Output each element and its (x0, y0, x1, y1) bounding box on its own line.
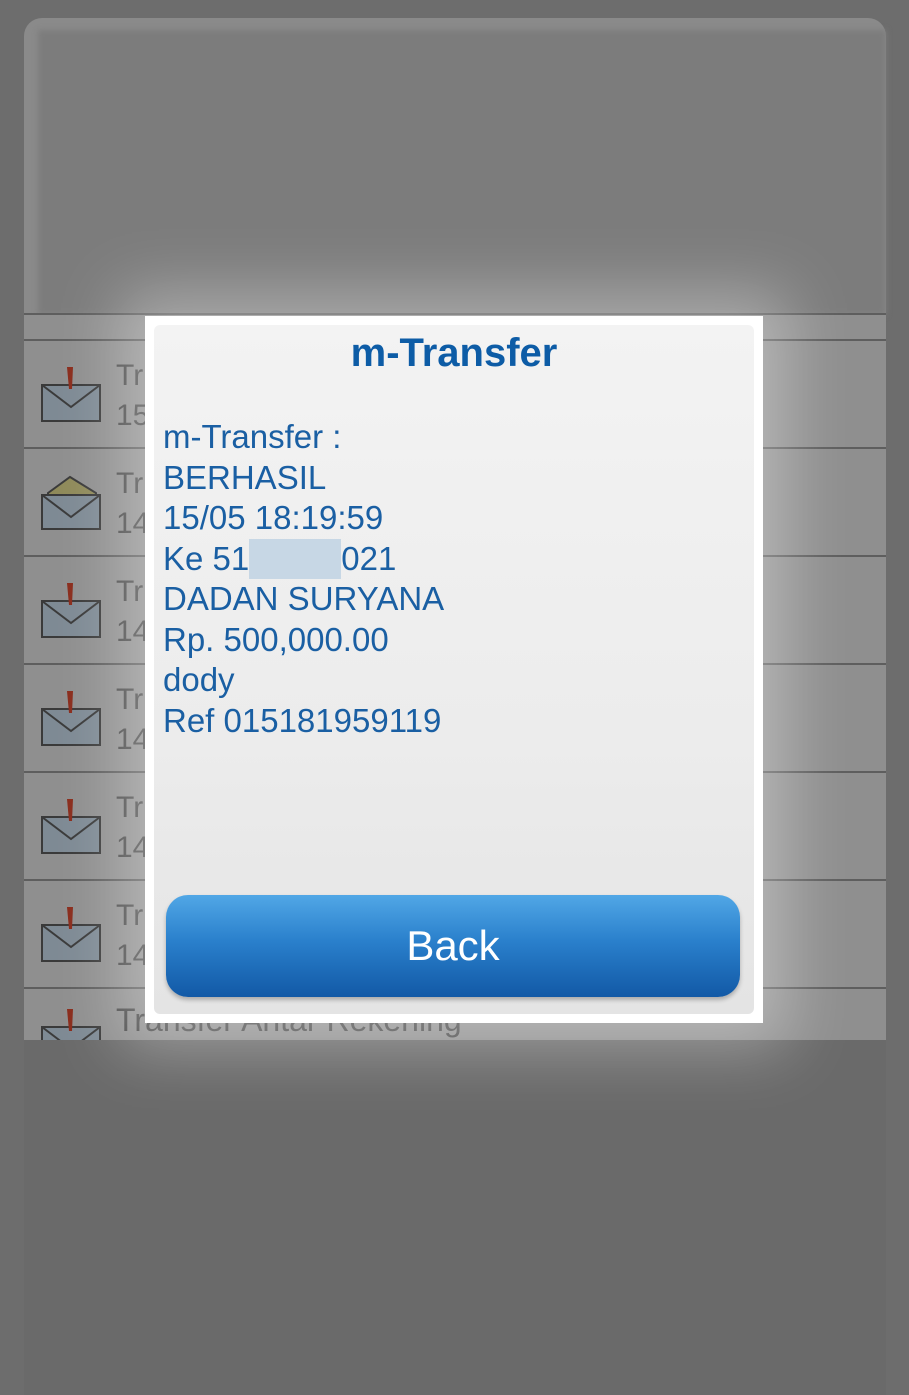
back-button[interactable]: Back (166, 895, 740, 997)
dialog-body: m-Transfer m-Transfer : BERHASIL 15/05 1… (154, 325, 754, 1014)
list-item-title: Tr (116, 359, 144, 392)
list-item-title: Tr (116, 467, 144, 500)
list-item-title: Tr (116, 791, 144, 824)
list-item-title: Tr (116, 683, 144, 716)
transfer-message: m-Transfer : BERHASIL 15/05 18:19:59 Ke … (163, 417, 444, 741)
opened-envelope-icon (41, 475, 101, 530)
urgent-envelope-icon (41, 907, 101, 962)
transfer-result-dialog: m-Transfer m-Transfer : BERHASIL 15/05 1… (145, 316, 763, 1023)
transfer-status: BERHASIL (163, 458, 327, 496)
account-prefix: Ke 51 (163, 539, 250, 577)
urgent-envelope-icon (41, 583, 101, 638)
transfer-note: dody (163, 661, 235, 698)
background-header-area (38, 30, 886, 315)
message-header: m-Transfer : (163, 418, 342, 455)
redacted-account-digits (249, 538, 342, 579)
transfer-datetime: 15/05 18:19:59 (163, 499, 384, 536)
transfer-amount: Rp. 500,000.00 (163, 620, 389, 658)
list-item-title: Tr (116, 899, 144, 932)
dialog-title: m-Transfer (350, 331, 558, 375)
background-footer-area (24, 1040, 886, 1395)
urgent-envelope-icon (41, 799, 101, 854)
reference-number: Ref 015181959119 (163, 701, 442, 739)
account-suffix: 021 (341, 539, 397, 577)
destination-account: Ke 51 021 (163, 538, 444, 580)
list-item-title: Tr (116, 575, 144, 608)
urgent-envelope-icon (41, 367, 101, 422)
recipient-name: DADAN SURYANA (163, 580, 445, 617)
urgent-envelope-icon (41, 691, 101, 746)
